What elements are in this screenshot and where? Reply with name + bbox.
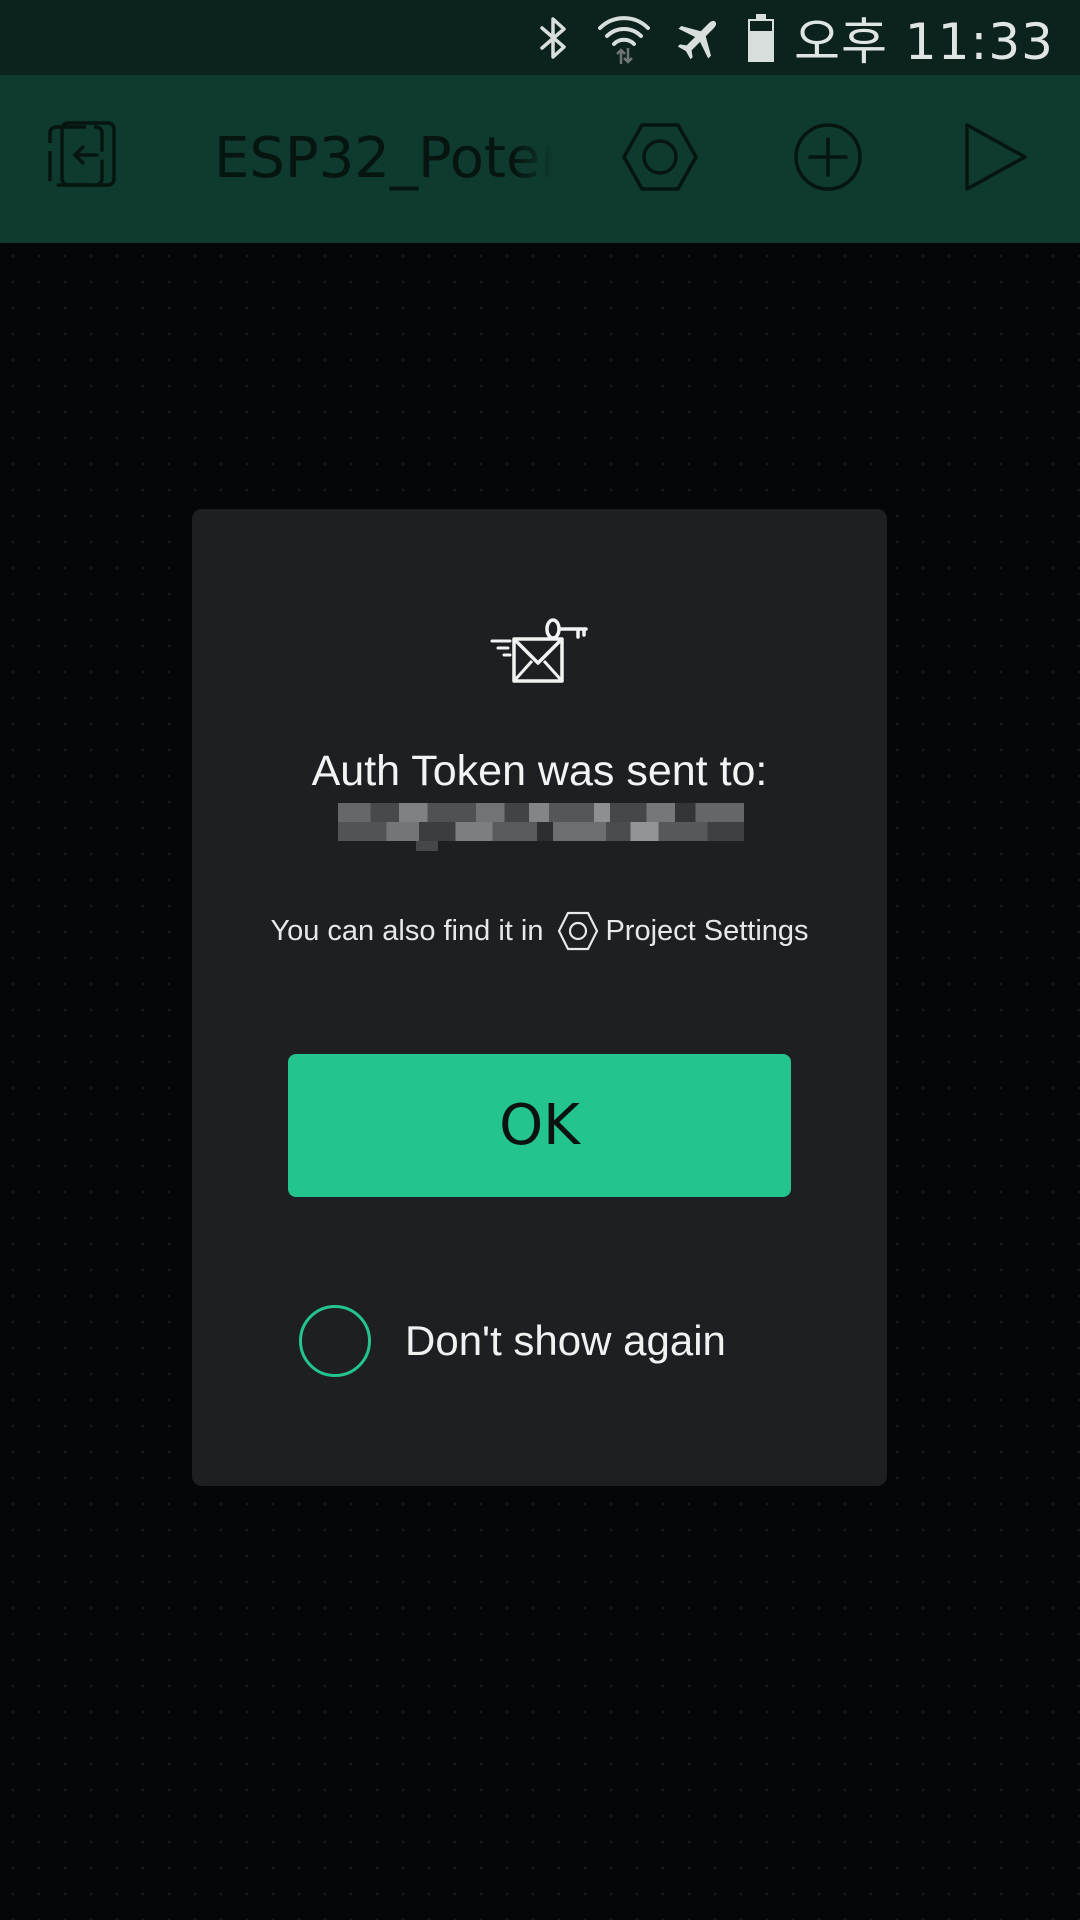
airplane-mode-icon	[674, 13, 724, 63]
project-settings-hint: You can also find it in Project Settings	[192, 911, 887, 951]
blynk-screen: 오후 11:33 ESP32_Poten Auth Token was sent…	[0, 0, 1080, 1920]
dont-show-again-radio[interactable]	[299, 1305, 371, 1377]
dont-show-again-option[interactable]: Don't show again	[299, 1305, 726, 1377]
hexagon-settings-icon	[620, 117, 700, 201]
ok-button[interactable]: OK	[288, 1054, 791, 1197]
hint-suffix: Project Settings	[605, 914, 809, 947]
play-icon	[955, 117, 1035, 201]
project-settings-button[interactable]	[620, 119, 700, 199]
dialog-title: Auth Token was sent to:	[311, 747, 768, 795]
status-bar: 오후 11:33	[0, 0, 1080, 75]
auth-token-dialog: Auth Token was sent to: You can also fin…	[192, 509, 887, 1486]
add-widget-icon	[788, 117, 868, 201]
email-key-icon	[490, 617, 590, 697]
bluetooth-icon	[534, 14, 574, 62]
play-button[interactable]	[955, 119, 1035, 199]
hint-prefix: You can also find it in	[270, 914, 544, 947]
battery-icon	[746, 13, 776, 63]
dont-show-again-label[interactable]: Don't show again	[405, 1317, 726, 1365]
project-toolbar: ESP32_Poten	[0, 75, 1080, 243]
exit-project-icon	[42, 117, 122, 201]
status-time: 오후 11:33	[794, 12, 1054, 71]
project-title[interactable]: ESP32_Poten	[214, 123, 554, 195]
add-widget-button[interactable]	[788, 119, 868, 199]
redacted-email	[338, 803, 744, 851]
wifi-icon	[596, 10, 652, 66]
hexagon-settings-icon	[557, 911, 599, 951]
exit-project-button[interactable]	[42, 119, 122, 199]
